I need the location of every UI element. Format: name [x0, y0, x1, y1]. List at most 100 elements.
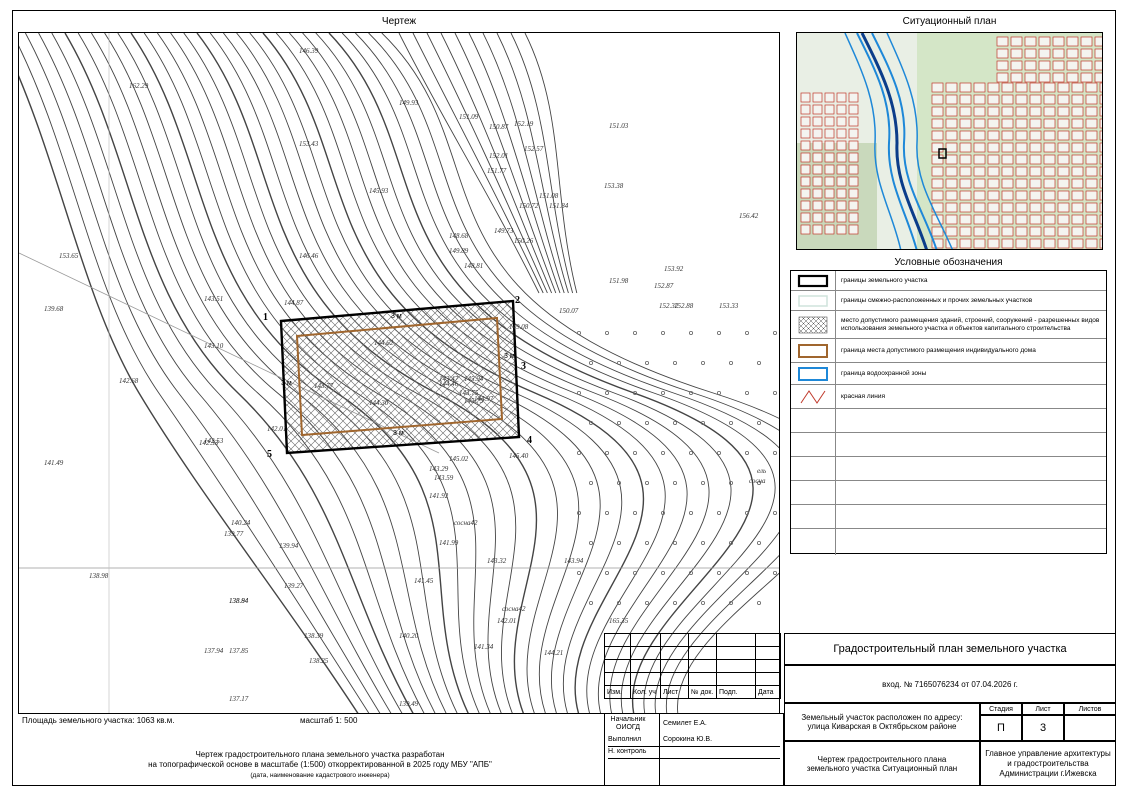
elevation-mark: 144.97: [474, 395, 494, 403]
elevation-mark: 142.68: [119, 377, 139, 385]
elevation-mark: 141.99: [439, 539, 459, 547]
elevation-mark: 149.93: [399, 99, 419, 107]
tree-label: сосна: [749, 477, 766, 485]
elevation-mark: 152.01: [489, 152, 508, 160]
header-date: Дата: [755, 685, 781, 699]
drawing-name: Чертеж градостроительного плана земельно…: [784, 741, 980, 786]
elevation-mark: 139.77: [224, 530, 244, 538]
header-doc: № док.: [688, 685, 717, 699]
elevation-mark: 144.62: [374, 339, 394, 347]
elevation-mark: 156.42: [739, 212, 759, 220]
doc-title: Градостроительный план земельного участк…: [784, 633, 1116, 665]
elevation-mark: 138.84: [229, 597, 249, 605]
elevation-mark: 137.94: [204, 647, 224, 655]
elevation-mark: 143.94: [564, 557, 584, 565]
elevation-mark: 152.88: [674, 302, 694, 310]
elevation-mark: 149.89: [449, 247, 469, 255]
header-list: Лист: [660, 685, 689, 699]
elevation-mark: 141.45: [414, 577, 434, 585]
elevation-mark: 150.87: [489, 123, 509, 131]
elevation-mark: 148.68: [449, 232, 469, 240]
elevation-mark: 138.25: [309, 657, 329, 665]
elevation-mark: 148.81: [464, 262, 483, 270]
elevation-mark: 138.98: [89, 572, 109, 580]
basis-note-2: на топографической основе в масштабе (1:…: [148, 760, 492, 769]
organization: Главное управление архитектуры и градост…: [980, 741, 1116, 786]
elevation-mark: 139.49: [399, 700, 419, 708]
elevation-mark: 162.29: [129, 82, 149, 90]
header-sign: Подп.: [716, 685, 756, 699]
elevation-mark: 150.26: [514, 237, 534, 245]
elevation-mark: 141.34: [474, 643, 494, 651]
elevation-mark: 151.84: [549, 202, 569, 210]
elevation-mark: 145.94: [464, 375, 484, 383]
elevation-mark: 142.01: [267, 425, 286, 433]
tree-label: ель: [757, 467, 766, 475]
elevation-mark: 141.49: [44, 459, 64, 467]
plot-point-label: 1: [263, 312, 268, 323]
elevation-mark: 142.33: [199, 439, 219, 447]
header-izm: Изм.: [604, 685, 631, 699]
elevation-mark: 142.01: [497, 617, 516, 625]
elevation-mark: 152.87: [654, 282, 674, 290]
elevation-mark: 146.39: [299, 47, 319, 55]
elevation-mark: 153.43: [299, 140, 319, 148]
elevation-mark: 140.20: [399, 632, 419, 640]
elevation-mark: 143.29: [429, 465, 449, 473]
plot-point-label: 3: [521, 361, 526, 372]
sheets-value: [1064, 715, 1116, 741]
elevation-mark: 151.77: [487, 167, 507, 175]
elevation-mark: 151.98: [609, 277, 629, 285]
elevation-mark: 139.94: [279, 542, 299, 550]
elevation-mark: 151.09: [459, 113, 479, 121]
legend-item: красная линия: [791, 385, 1106, 409]
header-kol: Кол. уч: [630, 685, 661, 699]
elevation-mark: 145.02: [449, 455, 469, 463]
role-performer: Выполнил: [608, 736, 642, 743]
legend-item: граница водоохранной зоны: [791, 363, 1106, 385]
elevation-mark: 143.32: [487, 557, 507, 565]
elevation-mark: 143.77: [314, 382, 334, 390]
setback-label: 3 м: [393, 430, 404, 437]
elevation-mark: 144.21: [544, 649, 563, 657]
tree-label: сосна42: [502, 605, 526, 613]
legend-item: граница места допустимого размещения инд…: [791, 339, 1106, 363]
elevation-mark: 143.51: [204, 295, 223, 303]
drawing-title: Чертеж: [381, 16, 417, 27]
contour-map: 1 2 3 4 5 3 м 3 м 3 м 3 м 162.29 146.39 149.93 151…: [19, 33, 779, 713]
elevation-mark: 151.08: [539, 192, 559, 200]
tree-label: сосна42: [454, 519, 478, 527]
role-control: Н. контроль: [608, 748, 647, 755]
signatures: Начальник ОИОГД Семилет Е.А. Выполнил Со…: [604, 713, 784, 786]
legend-item: место допустимого размещения зданий, стр…: [791, 311, 1106, 339]
setback-label: 3 м: [504, 353, 515, 360]
legend: границы земельного участка границы смежн…: [790, 270, 1107, 555]
legend-item: границы смежно-расположенных и прочих зе…: [791, 291, 1106, 311]
elevation-mark: 153.92: [664, 265, 684, 273]
setback-label: 3 м: [391, 313, 402, 320]
sheets-label: Листов: [1064, 703, 1116, 715]
basis-note-3: (дата, наименование кадастрового инженер…: [250, 772, 390, 779]
plot-area: Площадь земельного участка: 1063 кв.м.: [22, 716, 175, 725]
elevation-mark: 139.27: [284, 582, 304, 590]
topographic-drawing: 1 2 3 4 5 3 м 3 м 3 м 3 м 162.29 146.39 149.93 151…: [18, 32, 780, 714]
elevation-mark: 144.87: [284, 299, 304, 307]
elevation-mark: 150.07: [559, 307, 579, 315]
incoming-number: вход. № 7165076234 от 07.04.2026 г.: [784, 665, 1116, 703]
elevation-mark: 150.72: [519, 202, 539, 210]
legend-item: границы земельного участка: [791, 271, 1106, 291]
elevation-mark: 140.24: [231, 519, 251, 527]
elevation-mark: 143.47: [439, 375, 459, 383]
role-head: Начальник ОИОГД: [610, 716, 646, 731]
elevation-mark: 153.65: [59, 252, 79, 260]
setback-label: 3 м: [281, 380, 292, 387]
elevation-mark: 143.59: [434, 474, 454, 482]
elevation-mark: 149.08: [509, 323, 529, 331]
elevation-mark: 153.38: [604, 182, 624, 190]
elevation-mark: 137.17: [229, 695, 249, 703]
person-performer: Сорокина Ю.В.: [663, 736, 713, 743]
legend-title: Условные обозначения: [894, 257, 1003, 268]
elevation-mark: 149.73: [494, 227, 514, 235]
elevation-mark: 145.40: [509, 452, 529, 460]
elevation-mark: 145.93: [369, 187, 389, 195]
